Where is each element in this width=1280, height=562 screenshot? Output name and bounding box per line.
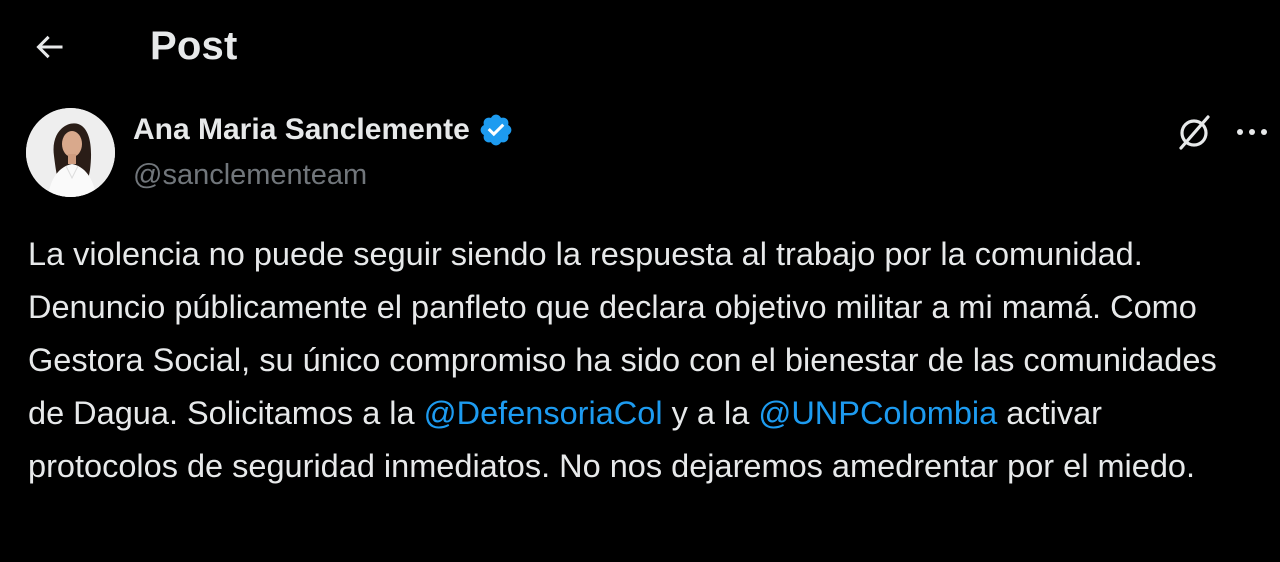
arrow-left-icon	[36, 35, 63, 59]
avatar-image	[26, 108, 115, 197]
author-name-row[interactable]: Ana Maria Sanclemente	[133, 110, 514, 150]
grok-icon	[1179, 115, 1210, 150]
author-name[interactable]: Ana Maria Sanclemente	[133, 110, 470, 150]
post-text-part2: y a la	[662, 395, 759, 431]
back-button[interactable]	[22, 20, 76, 74]
page-title: Post	[150, 24, 238, 68]
post-text: La violencia no puede seguir siendo la r…	[28, 228, 1258, 493]
mention-defensoriacol[interactable]: @DefensoriaCol	[424, 395, 663, 431]
verified-badge-icon	[480, 114, 512, 146]
more-horizontal-icon	[1237, 129, 1267, 135]
more-options-button[interactable]	[1230, 110, 1274, 154]
grok-button[interactable]	[1172, 110, 1216, 154]
author-handle[interactable]: @sanclementeam	[133, 156, 367, 194]
header: Post	[0, 0, 1280, 92]
post-page: Post Ana Maria Sanclemente @sanclementea…	[0, 0, 1280, 562]
avatar[interactable]	[26, 108, 115, 197]
mention-unpcolombia[interactable]: @UNPColombia	[758, 395, 997, 431]
